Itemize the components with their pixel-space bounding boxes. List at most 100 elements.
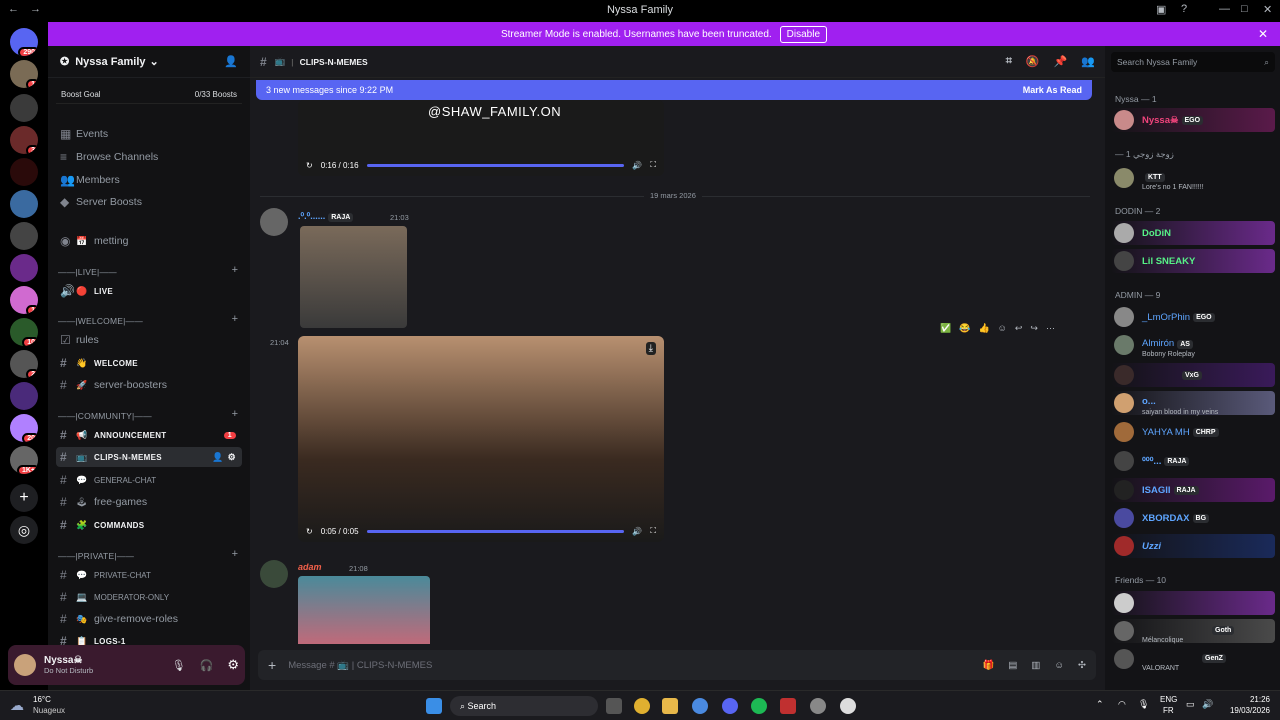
member-list-icon[interactable]: 👥 — [1081, 55, 1095, 68]
emoji-icon[interactable]: ☺ — [1054, 660, 1064, 671]
avatar[interactable] — [260, 208, 288, 236]
member-item[interactable]: YAHYA MH CHRP — [1111, 420, 1275, 444]
laugh-reaction-icon[interactable]: 😂 — [959, 323, 970, 334]
sticker-icon[interactable]: ▥ — [1031, 660, 1040, 671]
file-explorer-icon[interactable] — [662, 698, 678, 714]
replay-icon[interactable]: ↻ — [306, 527, 313, 536]
server-icon[interactable] — [10, 382, 38, 410]
video-progress-bar[interactable] — [366, 529, 625, 533]
add-attachment-icon[interactable]: + — [268, 657, 276, 673]
replay-icon[interactable]: ↻ — [306, 161, 313, 170]
member-item[interactable]: KTT Lore's no 1 FAN!!!!!! — [1111, 166, 1275, 191]
server-icon[interactable]: 1 — [10, 286, 38, 314]
add-channel-icon[interactable]: + — [232, 264, 238, 276]
network-icon[interactable]: ▭ — [1186, 699, 1195, 710]
task-view-icon[interactable] — [606, 698, 622, 714]
sidebar-item-browse-channels[interactable]: ≡ Browse Channels — [56, 147, 242, 167]
channel-metting[interactable]: ◉ 📅 metting — [56, 231, 242, 251]
home-button[interactable]: 290 — [10, 28, 38, 56]
channel-announcement[interactable]: # 📢 ANNOUNCEMENT 1 — [56, 425, 242, 445]
server-icon[interactable]: 3 — [10, 126, 38, 154]
server-icon[interactable]: 1K+ — [10, 446, 38, 474]
video-progress-bar[interactable] — [366, 163, 625, 167]
message-composer[interactable]: + Message # 📺 | CLIPS-N-MEMES 🎁 ▤ ▥ ☺ ✣ — [258, 650, 1096, 680]
channel-clips-n-memes[interactable]: # 📺 CLIPS-N-MEMES 👤 ⚙ — [56, 447, 242, 467]
server-icon[interactable]: 10 — [10, 318, 38, 346]
disable-button[interactable]: Disable — [779, 25, 828, 43]
chrome-icon[interactable] — [634, 698, 650, 714]
member-item[interactable]: Almirón AS Bobony Roleplay — [1111, 333, 1275, 358]
help-icon[interactable]: ? — [1181, 3, 1187, 15]
channel-private-chat[interactable]: # 💬 PRIVATE-CHAT — [56, 565, 242, 585]
headphones-icon[interactable]: 🎧 — [200, 659, 214, 672]
channel-general-chat[interactable]: # 💬 GENERAL-CHAT — [56, 470, 242, 490]
member-item[interactable]: VxG — [1111, 363, 1275, 387]
spotify-icon[interactable] — [751, 698, 767, 714]
channel-give-remove-roles[interactable]: # 🎭 give-remove-roles — [56, 609, 242, 629]
server-icon[interactable]: 1 — [10, 60, 38, 88]
discover-icon[interactable]: ◎ — [10, 516, 38, 544]
server-icon[interactable]: 20 — [10, 414, 38, 442]
server-icon[interactable] — [10, 222, 38, 250]
minimize-icon[interactable]: — — [1219, 3, 1230, 15]
inbox-icon[interactable]: ▣ — [1156, 3, 1166, 16]
server-icon[interactable] — [10, 254, 38, 282]
member-item[interactable]: ISAGII RAJA — [1111, 478, 1275, 502]
invite-user-icon[interactable]: 👤 — [212, 452, 224, 463]
adobe-icon[interactable] — [780, 698, 796, 714]
weather-temp[interactable]: 16°C — [33, 695, 51, 704]
chrome-profile-icon[interactable] — [692, 698, 708, 714]
start-button[interactable] — [426, 698, 442, 714]
avatar[interactable] — [260, 560, 288, 588]
clock-time[interactable]: 21:26 — [1225, 695, 1270, 704]
thumbs-up-reaction-icon[interactable]: 👍 — [978, 323, 989, 334]
volume-tray-icon[interactable]: 🔊 — [1202, 699, 1213, 710]
mute-bell-icon[interactable]: 🔕 — [1026, 55, 1040, 68]
channel-welcome[interactable]: # 👋 WELCOME — [56, 353, 242, 373]
server-icon[interactable]: 2 — [10, 350, 38, 378]
member-item[interactable]: Lil SNEAKY — [1111, 249, 1275, 273]
add-channel-icon[interactable]: + — [232, 548, 238, 560]
video-player[interactable]: ⤓ ↻ 0:05 / 0:05 🔊 ⛶ — [298, 336, 664, 542]
app-icon[interactable] — [810, 698, 826, 714]
member-item[interactable]: Goth Mélancolique — [1111, 619, 1275, 644]
gear-icon[interactable]: ⚙ — [227, 657, 239, 673]
download-icon[interactable]: ⤓ — [645, 342, 656, 355]
member-item[interactable]: GenZ VALORANT — [1111, 647, 1275, 672]
maximize-icon[interactable]: □ — [1241, 3, 1248, 15]
boost-goal[interactable]: Boost Goal 0/33 Boosts — [56, 86, 242, 104]
message-author[interactable]: adam — [298, 562, 322, 572]
member-item[interactable]: XBORDAX BG — [1111, 506, 1275, 530]
new-messages-bar[interactable]: 3 new messages since 9:22 PM Mark As Rea… — [256, 80, 1092, 100]
gift-icon[interactable]: 🎁 — [983, 660, 995, 671]
taskbar-search[interactable]: ⌕ Search — [450, 696, 598, 716]
add-reaction-icon[interactable]: ☺ — [998, 323, 1007, 333]
wifi-icon[interactable]: ◠ — [1118, 699, 1126, 710]
app-icon[interactable] — [840, 698, 856, 714]
channel-rules[interactable]: ☑ rules — [56, 330, 242, 350]
fullscreen-icon[interactable]: ⛶ — [650, 526, 656, 536]
channel-live[interactable]: 🔊 🔴 LIVE — [56, 281, 242, 301]
channel-commands[interactable]: # 🧩 COMMANDS — [56, 515, 242, 535]
sidebar-item-server-boosts[interactable]: ◆ Server Boosts — [56, 192, 242, 212]
gear-icon[interactable]: ⚙ — [228, 452, 236, 463]
fullscreen-icon[interactable]: ⛶ — [650, 160, 656, 170]
apps-icon[interactable]: ✣ — [1078, 660, 1086, 671]
close-icon[interactable]: ✕ — [1258, 27, 1268, 41]
add-channel-icon[interactable]: + — [232, 408, 238, 420]
server-header[interactable]: ✪ Nyssa Family ⌄ 👤 — [48, 46, 250, 78]
video-player[interactable]: @SHAW_FAMILY.ON ↻ 0:16 / 0:16 🔊 ⛶ — [298, 100, 664, 176]
search-input[interactable]: Search Nyssa Family ⌕ — [1111, 52, 1275, 72]
server-icon[interactable] — [10, 94, 38, 122]
volume-icon[interactable]: 🔊 — [632, 161, 642, 170]
language-indicator[interactable]: ENG — [1160, 695, 1177, 704]
sidebar-item-members[interactable]: 👥 Members — [56, 170, 242, 190]
check-reaction-icon[interactable]: ✅ — [940, 323, 951, 334]
forward-icon[interactable]: ↪ — [1030, 323, 1038, 334]
member-item[interactable]: o... saiyan blood in my veins — [1111, 391, 1275, 416]
member-item[interactable]: ⁰⁰⁰... RAJA — [1111, 449, 1275, 473]
microphone-tray-icon[interactable]: 🎙 — [1138, 699, 1149, 710]
channel-server-boosters[interactable]: # 🚀 server-boosters — [56, 375, 242, 395]
add-server-icon[interactable]: + — [10, 484, 38, 512]
gif-icon[interactable]: ▤ — [1008, 660, 1017, 671]
